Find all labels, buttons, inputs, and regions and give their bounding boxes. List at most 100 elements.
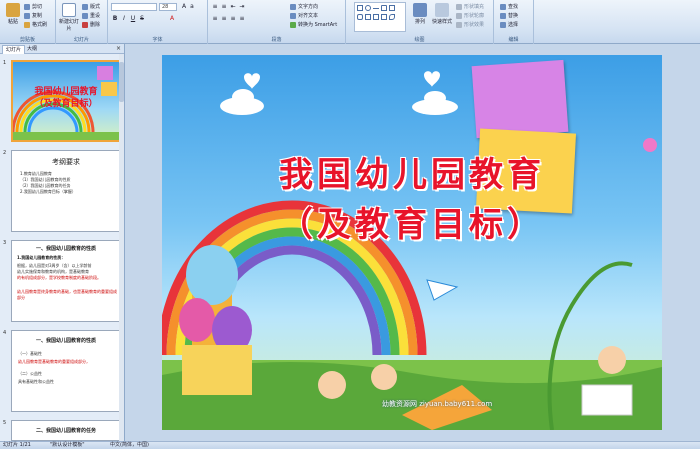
arrange-icon (413, 3, 427, 17)
decrease-indent-button[interactable]: ⇤ (229, 3, 237, 11)
ribbon: 粘贴 剪切 复制 格式刷 剪贴板 新建幻灯片 版式 重设 删除 幻灯片 28 A… (0, 0, 700, 44)
thumb-heading: 一、我国幼儿园教育的性质 (35, 338, 96, 344)
format-painter-button[interactable]: 格式刷 (24, 21, 47, 29)
group-label: 字体 (152, 37, 163, 43)
close-icon[interactable]: × (116, 45, 121, 52)
slide-thumbnail-2[interactable]: 考纲要求 1.教育幼儿园教育 （1）我国幼儿园教育的性质 （2）我国幼儿园教育的… (11, 150, 121, 232)
thumb-line: （二）公益性 (18, 371, 42, 376)
convert-smartart-button[interactable]: 转换为 SmartArt (290, 21, 337, 29)
thumb-title-2: （及教育目标） (34, 99, 98, 109)
reset-button[interactable]: 重设 (82, 12, 100, 20)
language: 中文(简体，中国) (110, 442, 149, 448)
paste-button[interactable]: 粘贴 (3, 2, 23, 30)
group-label: 幻灯片 (73, 37, 89, 43)
shrink-font-button[interactable]: a (188, 3, 196, 11)
align-center-button[interactable]: ≡ (220, 15, 228, 23)
slide-thumbnail-1[interactable]: 我国幼儿园教育 （及教育目标） (11, 60, 121, 142)
brush-icon (24, 21, 30, 28)
select-button[interactable]: 选择 (500, 21, 518, 29)
pane-scrollbar[interactable] (119, 54, 124, 441)
fill-icon (456, 3, 462, 10)
font-name-combo[interactable] (111, 3, 157, 11)
thumb-line: 的有机组成部分，是学校教育制度的基础阶段。 (17, 275, 101, 280)
align-right-button[interactable]: ≡ (229, 15, 237, 23)
curve-shape-icon[interactable] (389, 14, 395, 20)
numbering-button[interactable]: ≡ (220, 3, 228, 11)
italic-button[interactable]: I (120, 15, 128, 23)
quick-styles-button[interactable]: 快速样式 (432, 2, 452, 30)
rounded-rect-shape-icon[interactable] (357, 14, 363, 20)
star-shape-icon[interactable] (373, 14, 379, 20)
shape-effects-button[interactable]: 形状效果 (456, 21, 484, 29)
group-label: 段落 (271, 37, 282, 43)
slide-thumbnail-5[interactable]: 二、我国幼儿园教育的任务 (11, 420, 121, 441)
group-label: 剪贴板 (19, 37, 35, 43)
status-bar: 幻灯片 1/21 "默认设计模板" 中文(简体，中国) (0, 441, 700, 449)
increase-indent-button[interactable]: ⇥ (238, 3, 246, 11)
scrollbar-thumb[interactable] (119, 62, 124, 102)
new-slide-icon (62, 3, 76, 17)
slide-thumbnail-4[interactable]: 一、我国幼儿园教育的性质 （一）基础性 幼儿园教育是基础教育的重要组成部分， （… (11, 330, 121, 412)
tab-slides[interactable]: 幻灯片 (2, 45, 26, 54)
align-left-button[interactable]: ≡ (211, 15, 219, 23)
slides-pane: 幻灯片 大纲 × 1 我国幼儿园教育 （及教育目标） 2 考纲要求 1.教育幼儿… (0, 44, 125, 441)
brace-shape-icon[interactable] (381, 14, 387, 20)
watermark: 幼教资源网 ziyuan.baby611.com (382, 400, 493, 408)
thumb-line: 幼儿园教育是基础教育的重要组成部分， (18, 359, 90, 364)
clipboard-group: 粘贴 剪切 复制 格式刷 剪贴板 (0, 0, 56, 44)
grow-font-button[interactable]: A (180, 3, 188, 11)
align-text-button[interactable]: 对齐文本 (290, 12, 318, 20)
slide-thumbnail-3[interactable]: 一、我国幼儿园教育的性质 1.我国幼儿园教育的性质： 根据，幼儿园是对3周岁（含… (11, 240, 121, 322)
thumb-line: 幼儿园教育是终身教育的基础，也是基础教育的重要组成部分 (17, 289, 117, 300)
thumb-heading: 二、我国幼儿园教育的任务 (35, 428, 96, 434)
layout-icon (82, 3, 88, 10)
replace-icon (500, 12, 506, 19)
callout-shape-icon[interactable] (365, 14, 371, 20)
slide-number: 1 (3, 60, 7, 66)
group-label: 绘图 (414, 37, 425, 43)
paragraph-group: ≡ ≡ ⇤ ⇥ ≡ ≡ ≡ ≡ 文字方向 对齐文本 转换为 SmartArt 段… (208, 0, 346, 44)
slide-number: 3 (3, 240, 7, 246)
thumb-line: （一）基础性 (18, 351, 42, 356)
delete-button[interactable]: 删除 (82, 21, 100, 29)
font-color-button[interactable]: A (168, 15, 176, 23)
text-direction-button[interactable]: 文字方向 (290, 3, 318, 11)
align-text-icon (290, 12, 296, 19)
delete-icon (82, 21, 88, 28)
thumb-line: 2.我国幼儿园教育目标（掌握） (20, 189, 76, 194)
bold-button[interactable]: B (111, 15, 119, 23)
find-button[interactable]: 查找 (500, 3, 518, 11)
copy-icon (24, 12, 30, 19)
thumb-line: 具有基础性和公益性 (18, 379, 54, 384)
cut-button[interactable]: 剪切 (24, 3, 42, 11)
strikethrough-button[interactable]: S (138, 15, 146, 23)
tab-outline[interactable]: 大纲 (24, 45, 40, 54)
oval-shape-icon[interactable] (365, 5, 371, 11)
arrange-button[interactable]: 排列 (410, 2, 430, 30)
slide-title-line-1[interactable]: 我国幼儿园教育 (162, 147, 662, 196)
font-size-combo[interactable]: 28 (159, 3, 177, 11)
scissors-icon (24, 3, 30, 10)
shapes-gallery[interactable] (354, 2, 406, 32)
bullets-button[interactable]: ≡ (211, 3, 219, 11)
underline-button[interactable]: U (129, 15, 137, 23)
arrow-shape-icon[interactable] (389, 5, 395, 11)
reset-icon (82, 12, 88, 19)
replace-button[interactable]: 替换 (500, 12, 518, 20)
copy-button[interactable]: 复制 (24, 12, 42, 20)
font-group: 28 A a B I U S A 字体 (108, 0, 208, 44)
slide-editor: 我国幼儿园教育 （及教育目标） 幼教资源网 ziyuan.baby611.com (126, 44, 700, 441)
layout-button[interactable]: 版式 (82, 3, 100, 11)
shape-outline-button[interactable]: 形状轮廓 (456, 12, 484, 20)
slide-title-line-2[interactable]: （及教育目标） (162, 197, 662, 246)
rectangle-shape-icon[interactable] (357, 5, 363, 11)
cursor-icon (500, 21, 506, 28)
new-slide-button[interactable]: 新建幻灯片 (58, 2, 80, 32)
shape-fill-button[interactable]: 形状填充 (456, 3, 484, 11)
theme-name: "默认设计模板" (50, 442, 85, 448)
justify-button[interactable]: ≡ (238, 15, 246, 23)
slide-number: 4 (3, 330, 7, 336)
triangle-shape-icon[interactable] (381, 5, 387, 11)
current-slide[interactable]: 我国幼儿园教育 （及教育目标） 幼教资源网 ziyuan.baby611.com (162, 55, 662, 430)
binoculars-icon (500, 3, 506, 10)
